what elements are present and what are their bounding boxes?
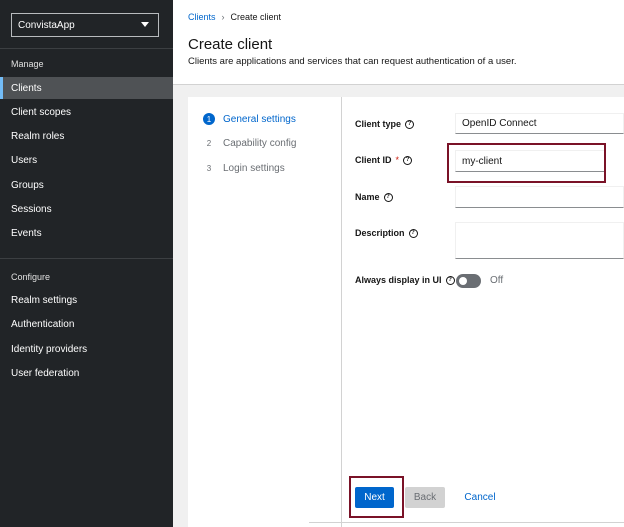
help-icon[interactable]: ?	[383, 192, 393, 202]
breadcrumb: Clients › Create client	[188, 12, 281, 22]
sidebar-item-client-scopes[interactable]: Client scopes	[0, 101, 173, 123]
description-label: Description ?	[355, 228, 418, 238]
sidebar-item-user-federation[interactable]: User federation	[0, 362, 173, 384]
sidebar-item-groups[interactable]: Groups	[0, 174, 173, 196]
client-id-label-text: Client ID	[355, 155, 392, 165]
help-icon[interactable]: ?	[403, 155, 413, 165]
cancel-button[interactable]: Cancel	[458, 487, 502, 508]
client-type-select[interactable]: OpenID Connect	[455, 113, 624, 134]
client-id-highlight	[447, 143, 606, 183]
next-button-highlight	[349, 476, 404, 518]
client-type-label-text: Client type	[355, 119, 402, 129]
sidebar-item-clients[interactable]: Clients	[0, 77, 173, 99]
step-label: Login settings	[223, 162, 285, 174]
description-textarea[interactable]	[455, 222, 624, 259]
step-number: 3	[206, 163, 212, 173]
sidebar: ConvistaApp Manage Clients Client scopes…	[0, 0, 173, 527]
back-button: Back	[405, 487, 445, 508]
always-display-toggle[interactable]	[456, 274, 481, 288]
sidebar-item-realm-roles[interactable]: Realm roles	[0, 125, 173, 147]
sidebar-divider	[0, 258, 173, 259]
sidebar-item-realm-settings[interactable]: Realm settings	[0, 289, 173, 311]
footer-divider	[309, 522, 624, 523]
wizard-divider	[341, 97, 342, 527]
section-configure: Configure	[11, 272, 51, 282]
wizard-step-capability-config: 2 Capability config	[203, 137, 297, 149]
page-title: Create client	[188, 36, 273, 53]
breadcrumb-clients-link[interactable]: Clients	[188, 12, 216, 22]
breadcrumb-current: Create client	[230, 12, 282, 22]
step-label: Capability config	[223, 137, 297, 149]
step-number: 1	[203, 113, 215, 125]
required-indicator: *	[395, 155, 400, 165]
always-display-label-text: Always display in UI	[355, 275, 442, 285]
name-input[interactable]	[455, 186, 624, 208]
name-label: Name ?	[355, 192, 393, 202]
toggle-knob	[459, 277, 467, 285]
help-icon[interactable]: ?	[405, 119, 415, 129]
sidebar-item-authentication[interactable]: Authentication	[0, 313, 173, 335]
step-number: 2	[206, 138, 212, 148]
sidebar-divider	[0, 48, 173, 49]
section-manage: Manage	[11, 59, 44, 69]
toggle-state-label: Off	[490, 275, 504, 286]
client-id-label: Client ID * ?	[355, 155, 413, 165]
help-icon[interactable]: ?	[408, 228, 418, 238]
help-icon[interactable]: ?	[445, 275, 455, 285]
description-label-text: Description	[355, 228, 405, 238]
name-label-text: Name	[355, 192, 380, 202]
sidebar-item-identity-providers[interactable]: Identity providers	[0, 338, 173, 360]
wizard-step-general-settings[interactable]: 1 General settings	[203, 113, 296, 125]
chevron-right-icon: ›	[221, 12, 225, 22]
page-description: Clients are applications and services th…	[188, 56, 517, 67]
sidebar-item-sessions[interactable]: Sessions	[0, 198, 173, 220]
realm-selector[interactable]: ConvistaApp	[11, 13, 159, 37]
wizard-step-login-settings: 3 Login settings	[203, 162, 285, 174]
caret-down-icon	[141, 22, 149, 27]
sidebar-item-events[interactable]: Events	[0, 222, 173, 244]
realm-name: ConvistaApp	[18, 19, 75, 31]
always-display-label: Always display in UI ?	[355, 275, 455, 285]
sidebar-item-users[interactable]: Users	[0, 149, 173, 171]
step-label: General settings	[223, 113, 296, 125]
client-type-label: Client type ?	[355, 119, 415, 129]
